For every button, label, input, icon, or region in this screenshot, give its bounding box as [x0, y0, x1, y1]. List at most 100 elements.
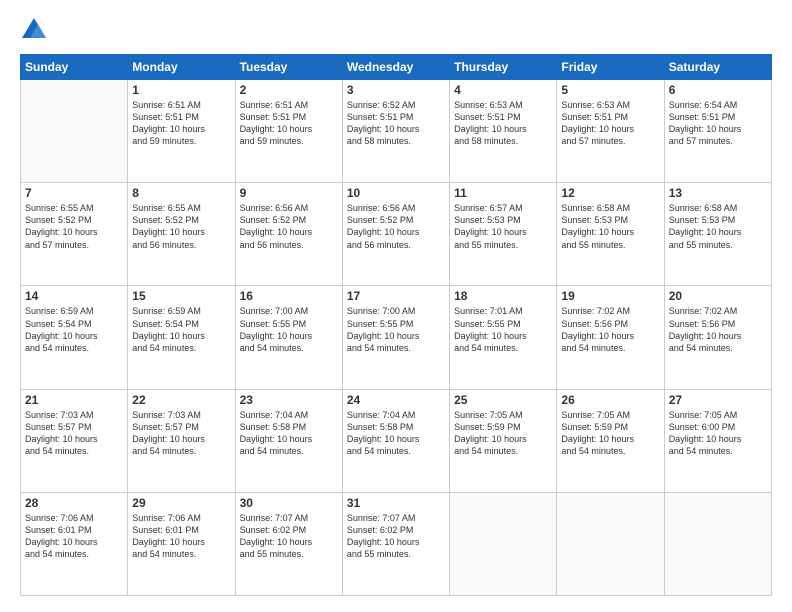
calendar-cell: 29 Sunrise: 7:06 AM Sunset: 6:01 PM Dayli…	[128, 492, 235, 595]
calendar-week-2: 14 Sunrise: 6:59 AM Sunset: 5:54 PM Dayli…	[21, 286, 772, 389]
calendar-cell: 4 Sunrise: 6:53 AM Sunset: 5:51 PM Daylig…	[450, 80, 557, 183]
cell-info: Sunrise: 6:51 AM Sunset: 5:51 PM Dayligh…	[132, 99, 230, 148]
day-header-thursday: Thursday	[450, 55, 557, 80]
calendar-cell: 23 Sunrise: 7:04 AM Sunset: 5:58 PM Dayli…	[235, 389, 342, 492]
calendar-cell: 6 Sunrise: 6:54 AM Sunset: 5:51 PM Daylig…	[664, 80, 771, 183]
cell-info: Sunrise: 6:53 AM Sunset: 5:51 PM Dayligh…	[454, 99, 552, 148]
cell-info: Sunrise: 6:56 AM Sunset: 5:52 PM Dayligh…	[240, 202, 338, 251]
cell-info: Sunrise: 6:53 AM Sunset: 5:51 PM Dayligh…	[561, 99, 659, 148]
cell-info: Sunrise: 6:55 AM Sunset: 5:52 PM Dayligh…	[132, 202, 230, 251]
day-number: 23	[240, 393, 338, 407]
calendar-cell: 9Sunrise: 6:56 AM Sunset: 5:52 PM Daylig…	[235, 183, 342, 286]
day-number: 25	[454, 393, 552, 407]
day-number: 15	[132, 289, 230, 303]
cell-info: Sunrise: 7:02 AM Sunset: 5:56 PM Dayligh…	[561, 305, 659, 354]
calendar-cell: 30Sunrise: 7:07 AM Sunset: 6:02 PM Dayli…	[235, 492, 342, 595]
cell-info: Sunrise: 7:05 AM Sunset: 5:59 PM Dayligh…	[454, 409, 552, 458]
cell-info: Sunrise: 7:07 AM Sunset: 6:02 PM Dayligh…	[347, 512, 445, 561]
calendar-cell: 7Sunrise: 6:55 AM Sunset: 5:52 PM Daylig…	[21, 183, 128, 286]
cell-info: Sunrise: 6:59 AM Sunset: 5:54 PM Dayligh…	[25, 305, 123, 354]
calendar-cell: 20 Sunrise: 7:02 AM Sunset: 5:56 PM Dayli…	[664, 286, 771, 389]
cell-info: Sunrise: 6:54 AM Sunset: 5:51 PM Dayligh…	[669, 99, 767, 148]
day-number: 19	[561, 289, 659, 303]
calendar-cell: 26 Sunrise: 7:05 AM Sunset: 5:59 PM Dayli…	[557, 389, 664, 492]
day-number: 31	[347, 496, 445, 510]
day-number: 3	[347, 83, 445, 97]
calendar-cell: 13 Sunrise: 6:58 AM Sunset: 5:53 PM Dayli…	[664, 183, 771, 286]
cell-info: Sunrise: 6:52 AM Sunset: 5:51 PM Dayligh…	[347, 99, 445, 148]
calendar-cell: 25 Sunrise: 7:05 AM Sunset: 5:59 PM Dayli…	[450, 389, 557, 492]
day-number: 2	[240, 83, 338, 97]
day-number: 13	[669, 186, 767, 200]
logo-icon	[20, 16, 48, 44]
page: SundayMondayTuesdayWednesdayThursdayFrid…	[0, 0, 792, 612]
day-number: 29	[132, 496, 230, 510]
calendar-cell: 11Sunrise: 6:57 AM Sunset: 5:53 PM Dayli…	[450, 183, 557, 286]
cell-info: Sunrise: 7:06 AM Sunset: 6:01 PM Dayligh…	[132, 512, 230, 561]
cell-info: Sunrise: 6:58 AM Sunset: 5:53 PM Dayligh…	[561, 202, 659, 251]
calendar-week-1: 7 Sunrise: 6:55 AM Sunset: 5:52 PM Daylig…	[21, 183, 772, 286]
calendar-cell: 19 Sunrise: 7:02 AM Sunset: 5:56 PM Dayli…	[557, 286, 664, 389]
calendar-cell: 22 Sunrise: 7:03 AM Sunset: 5:57 PM Dayli…	[128, 389, 235, 492]
day-header-monday: Monday	[128, 55, 235, 80]
cell-info: Sunrise: 6:58 AM Sunset: 5:53 PM Dayligh…	[669, 202, 767, 251]
calendar-cell: 5 Sunrise: 6:53 AM Sunset: 5:51 PM Daylig…	[557, 80, 664, 183]
day-header-friday: Friday	[557, 55, 664, 80]
day-number: 20	[669, 289, 767, 303]
day-header-wednesday: Wednesday	[342, 55, 449, 80]
calendar-cell: 14 Sunrise: 6:59 AM Sunset: 5:54 PM Dayli…	[21, 286, 128, 389]
day-number: 27	[669, 393, 767, 407]
day-number: 5	[561, 83, 659, 97]
calendar-cell	[557, 492, 664, 595]
day-number: 22	[132, 393, 230, 407]
calendar-cell: 18 Sunrise: 7:01 AM Sunset: 5:55 PM Dayli…	[450, 286, 557, 389]
cell-info: Sunrise: 7:06 AM Sunset: 6:01 PM Dayligh…	[25, 512, 123, 561]
calendar-cell	[664, 492, 771, 595]
day-number: 16	[240, 289, 338, 303]
calendar-cell: 28 Sunrise: 7:06 AM Sunset: 6:01 PM Dayli…	[21, 492, 128, 595]
day-number: 6	[669, 83, 767, 97]
calendar-week-0: 1 Sunrise: 6:51 AM Sunset: 5:51 PM Daylig…	[21, 80, 772, 183]
logo	[20, 16, 52, 44]
header	[20, 16, 772, 44]
day-number: 21	[25, 393, 123, 407]
calendar-cell: 10 Sunrise: 6:56 AM Sunset: 5:52 PM Dayli…	[342, 183, 449, 286]
day-number: 18	[454, 289, 552, 303]
calendar-cell: 31 Sunrise: 7:07 AM Sunset: 6:02 PM Dayli…	[342, 492, 449, 595]
day-number: 7	[25, 186, 123, 200]
day-number: 1	[132, 83, 230, 97]
calendar-cell: 15Sunrise: 6:59 AM Sunset: 5:54 PM Dayli…	[128, 286, 235, 389]
cell-info: Sunrise: 7:05 AM Sunset: 5:59 PM Dayligh…	[561, 409, 659, 458]
cell-info: Sunrise: 7:07 AM Sunset: 6:02 PM Dayligh…	[240, 512, 338, 561]
calendar-cell: 3 Sunrise: 6:52 AM Sunset: 5:51 PM Daylig…	[342, 80, 449, 183]
calendar-cell	[21, 80, 128, 183]
calendar-week-3: 21 Sunrise: 7:03 AM Sunset: 5:57 PM Dayli…	[21, 389, 772, 492]
cell-info: Sunrise: 7:05 AM Sunset: 6:00 PM Dayligh…	[669, 409, 767, 458]
cell-info: Sunrise: 7:04 AM Sunset: 5:58 PM Dayligh…	[347, 409, 445, 458]
cell-info: Sunrise: 7:03 AM Sunset: 5:57 PM Dayligh…	[132, 409, 230, 458]
cell-info: Sunrise: 7:04 AM Sunset: 5:58 PM Dayligh…	[240, 409, 338, 458]
calendar-cell: 2Sunrise: 6:51 AM Sunset: 5:51 PM Daylig…	[235, 80, 342, 183]
calendar: SundayMondayTuesdayWednesdayThursdayFrid…	[20, 54, 772, 596]
calendar-cell	[450, 492, 557, 595]
day-number: 4	[454, 83, 552, 97]
cell-info: Sunrise: 7:01 AM Sunset: 5:55 PM Dayligh…	[454, 305, 552, 354]
day-number: 14	[25, 289, 123, 303]
day-number: 8	[132, 186, 230, 200]
day-number: 24	[347, 393, 445, 407]
day-number: 26	[561, 393, 659, 407]
calendar-cell: 24 Sunrise: 7:04 AM Sunset: 5:58 PM Dayli…	[342, 389, 449, 492]
cell-info: Sunrise: 7:02 AM Sunset: 5:56 PM Dayligh…	[669, 305, 767, 354]
day-number: 28	[25, 496, 123, 510]
calendar-week-4: 28 Sunrise: 7:06 AM Sunset: 6:01 PM Dayli…	[21, 492, 772, 595]
calendar-header-row: SundayMondayTuesdayWednesdayThursdayFrid…	[21, 55, 772, 80]
day-number: 17	[347, 289, 445, 303]
day-number: 10	[347, 186, 445, 200]
cell-info: Sunrise: 7:00 AM Sunset: 5:55 PM Dayligh…	[240, 305, 338, 354]
day-header-saturday: Saturday	[664, 55, 771, 80]
day-header-tuesday: Tuesday	[235, 55, 342, 80]
cell-info: Sunrise: 6:57 AM Sunset: 5:53 PM Dayligh…	[454, 202, 552, 251]
cell-info: Sunrise: 7:00 AM Sunset: 5:55 PM Dayligh…	[347, 305, 445, 354]
cell-info: Sunrise: 6:56 AM Sunset: 5:52 PM Dayligh…	[347, 202, 445, 251]
cell-info: Sunrise: 7:03 AM Sunset: 5:57 PM Dayligh…	[25, 409, 123, 458]
